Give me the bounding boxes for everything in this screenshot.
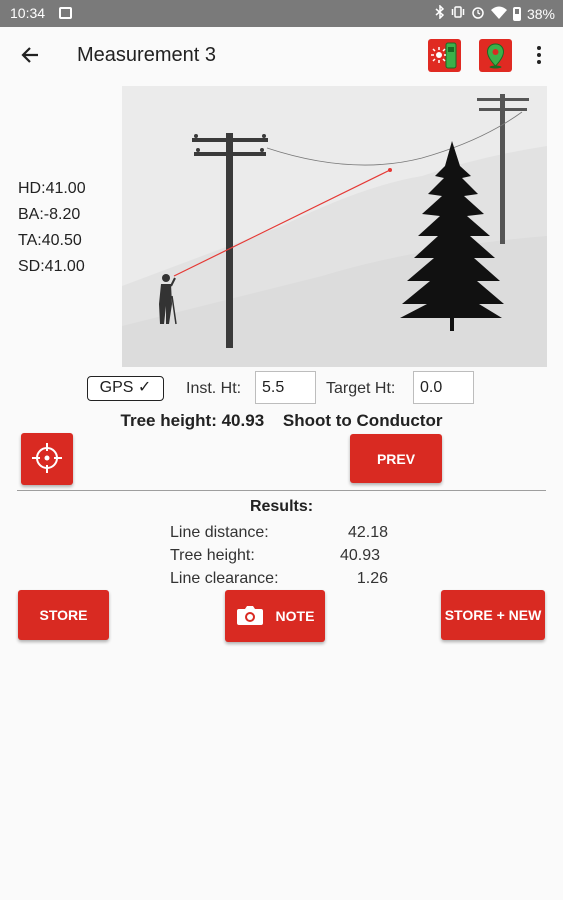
status-line: Tree height: 40.93 Shoot to Conductor — [0, 411, 563, 431]
target-button[interactable] — [21, 433, 73, 485]
ta-readout: TA:40.50 — [18, 232, 82, 249]
measurement-readouts: HD:41.00 BA:-8.20 TA:40.50 SD:41.00 — [18, 176, 86, 280]
note-button[interactable]: NOTE — [225, 590, 325, 642]
conductor-line — [266, 111, 523, 166]
page-title: Measurement 3 — [77, 44, 216, 66]
bluetooth-icon — [435, 4, 445, 22]
target-ht-label: Target Ht: — [326, 380, 396, 397]
back-arrow-icon[interactable] — [18, 42, 44, 68]
status-icons: 38% — [435, 4, 555, 22]
tree-height-text: Tree height: 40.93 — [120, 411, 265, 430]
inst-ht-label: Inst. Ht: — [186, 380, 242, 397]
map-pin-icon[interactable] — [479, 39, 512, 72]
divider — [17, 490, 546, 491]
result-row-line-clearance: Line clearance: 1.26 — [170, 570, 388, 587]
alarm-icon — [471, 5, 485, 22]
battery-icon — [512, 6, 521, 21]
wifi-icon — [490, 6, 507, 22]
gps-button[interactable]: GPS ✓ — [87, 376, 164, 401]
ba-readout: BA:-8.20 — [18, 206, 81, 223]
image-icon — [59, 7, 72, 19]
note-label: NOTE — [275, 608, 315, 624]
target-ht-input[interactable] — [413, 371, 474, 404]
instruction-text: Shoot to Conductor — [282, 411, 443, 430]
status-bar: 10:34 38% — [0, 0, 563, 27]
hd-readout: HD:41.00 — [18, 180, 86, 197]
prev-button[interactable]: PREV — [350, 434, 442, 483]
store-button[interactable]: STORE — [18, 590, 109, 640]
store-new-button[interactable]: STORE + NEW — [441, 590, 545, 640]
status-time: 10:34 — [10, 5, 46, 21]
more-vert-icon[interactable] — [532, 43, 546, 69]
inst-ht-input[interactable] — [255, 371, 316, 404]
results-title: Results: — [249, 498, 314, 515]
vibrate-icon — [451, 5, 465, 22]
battery-percent: 38% — [526, 5, 555, 22]
result-row-tree-height: Tree height: 40.93 — [170, 547, 380, 564]
sd-readout: SD:41.00 — [18, 258, 85, 275]
measurement-illustration — [122, 86, 547, 367]
camera-icon — [236, 604, 264, 629]
app-bar: Measurement 3 — [0, 27, 563, 85]
laser-rangefinder-icon[interactable] — [428, 39, 461, 72]
crosshair-icon — [30, 441, 64, 478]
result-row-line-distance: Line distance: 42.18 — [170, 524, 388, 541]
